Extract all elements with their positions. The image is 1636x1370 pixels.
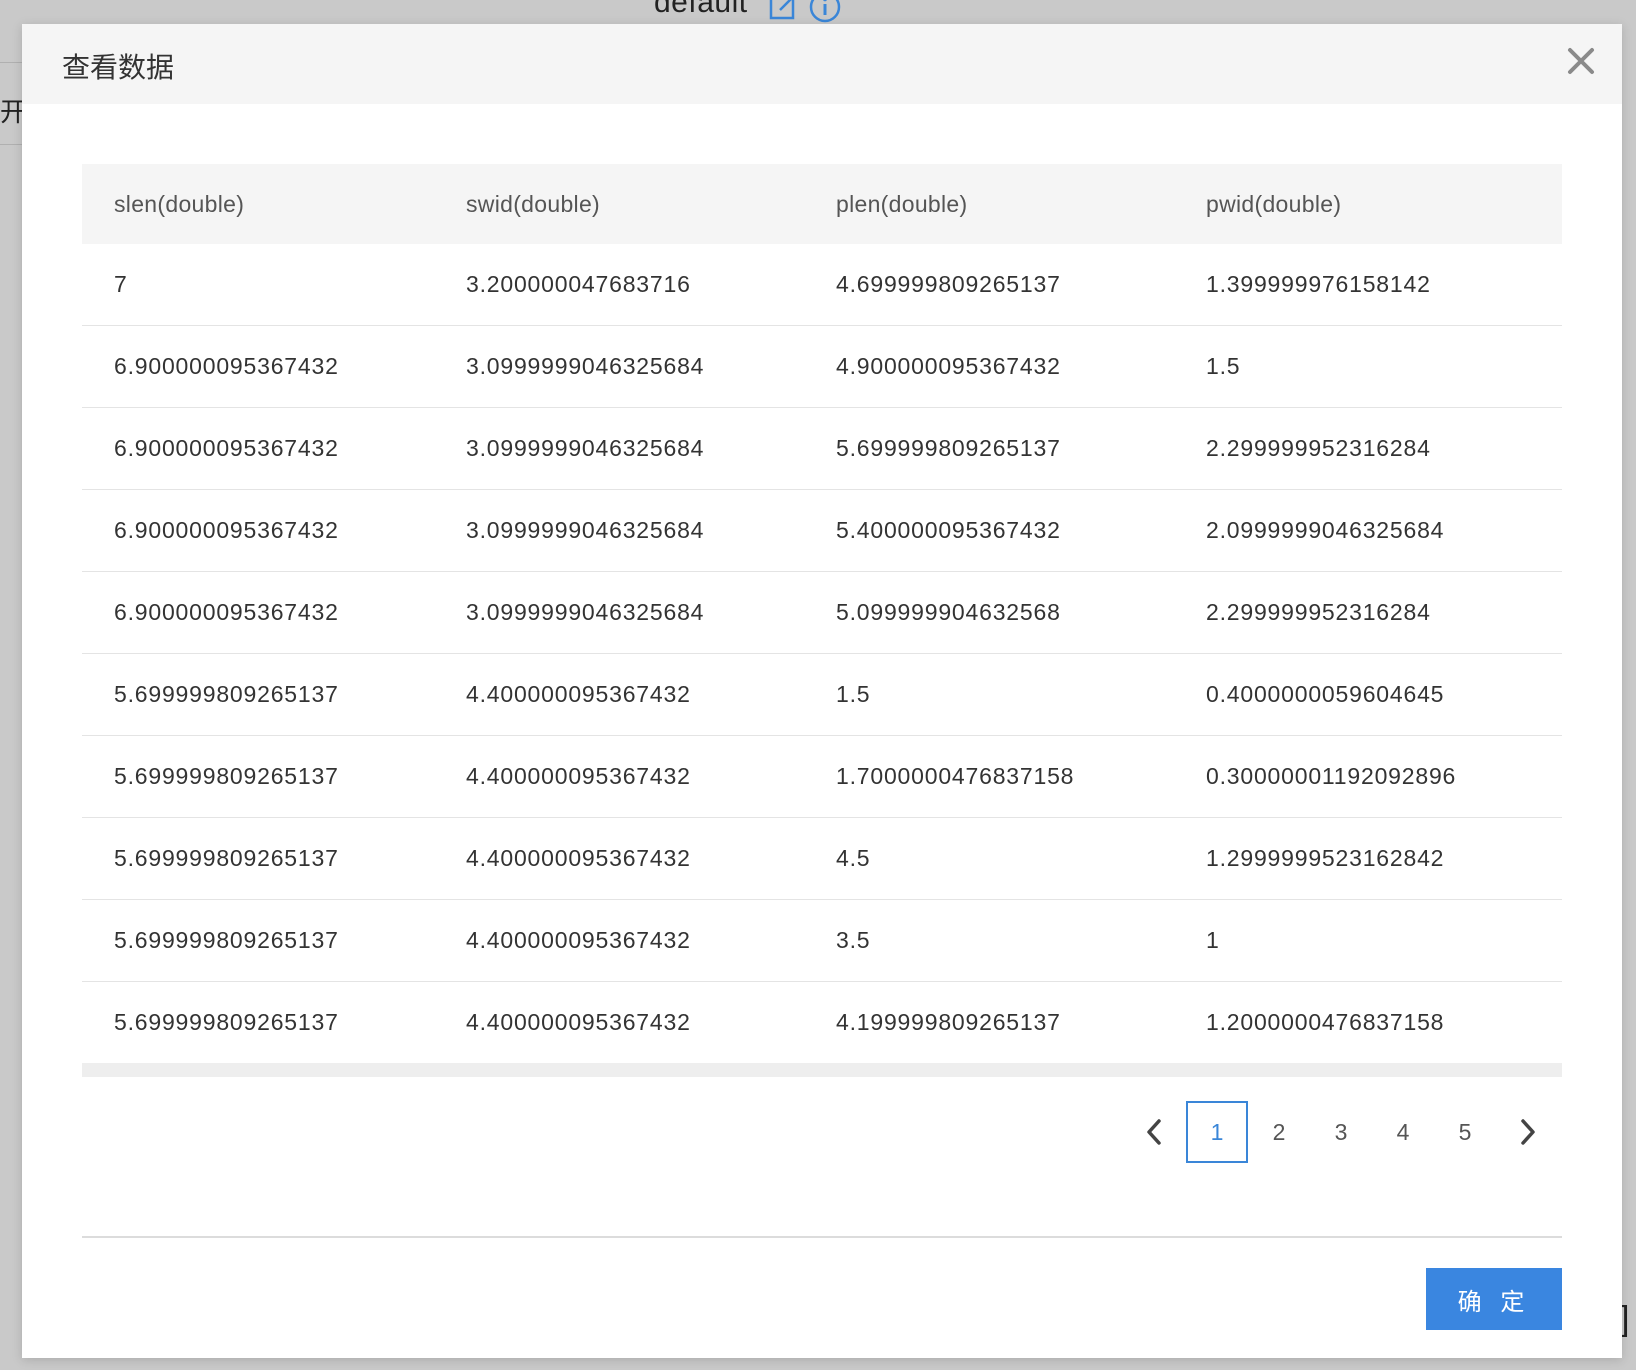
background-divider — [0, 62, 22, 63]
table-cell: 4.400000095367432 — [434, 735, 804, 818]
table-row: 6.900000095367432 3.0999999046325684 5.4… — [82, 489, 1562, 572]
table-cell: 4.5 — [804, 817, 1174, 900]
table-row: 6.900000095367432 3.0999999046325684 5.6… — [82, 407, 1562, 490]
table-cell: 5.099999904632568 — [804, 571, 1174, 654]
footer-divider — [82, 1236, 1562, 1238]
table-cell: 6.900000095367432 — [82, 489, 434, 572]
table-cell: 2.299999952316284 — [1174, 571, 1562, 654]
page-4-button[interactable]: 4 — [1372, 1101, 1434, 1163]
data-table: slen(double) swid(double) plen(double) p… — [82, 164, 1562, 1063]
column-header-plen: plen(double) — [804, 164, 1174, 244]
chevron-left-icon — [1147, 1119, 1161, 1145]
table-cell: 0.30000001192092896 — [1174, 735, 1562, 818]
table-row: 5.699999809265137 4.400000095367432 4.5 … — [82, 817, 1562, 900]
table-cell: 5.400000095367432 — [804, 489, 1174, 572]
table-cell: 3.0999999046325684 — [434, 489, 804, 572]
table-cell: 1.2000000476837158 — [1206, 1009, 1445, 1035]
confirm-button[interactable]: 确 定 — [1426, 1268, 1562, 1330]
page-3-button[interactable]: 3 — [1310, 1101, 1372, 1163]
table-cell: 3.0999999046325684 — [434, 407, 804, 490]
table-cell: 5.699999809265137 — [82, 899, 434, 982]
table-cell: 3.0999999046325684 — [434, 325, 804, 408]
prev-page-button[interactable] — [1122, 1100, 1186, 1164]
table-cell: 7 — [82, 244, 434, 326]
chevron-right-icon — [1521, 1119, 1535, 1145]
horizontal-scrollbar[interactable] — [82, 1063, 1562, 1077]
table-cell: 1.7000000476837158 — [804, 735, 1174, 818]
table-row: 5.699999809265137 4.400000095367432 3.5 … — [82, 899, 1562, 982]
next-page-button[interactable] — [1496, 1100, 1560, 1164]
close-icon[interactable] — [1564, 44, 1598, 78]
table-cell: 5.699999809265137 — [82, 735, 434, 818]
column-header-swid: swid(double) — [434, 164, 804, 244]
column-header-pwid: pwid(double) — [1174, 164, 1562, 244]
dialog-title: 查看数据 — [62, 52, 175, 83]
background-title: default — [654, 0, 748, 19]
table-cell: 2.0999999046325684 — [1174, 489, 1562, 572]
table-cell: 4.400000095367432 — [466, 1009, 691, 1035]
table-header-row: slen(double) swid(double) plen(double) p… — [82, 164, 1562, 244]
info-icon — [809, 0, 841, 23]
table-cell: 0.4000000059604645 — [1174, 653, 1562, 736]
table-cell: 5.699999809265137 — [114, 1009, 339, 1035]
table-cell: 4.199999809265137 — [836, 1009, 1061, 1035]
table-cell: 3.5 — [804, 899, 1174, 982]
table-cell: 3.200000047683716 — [434, 244, 804, 326]
pagination: 1 2 3 4 5 — [1122, 1100, 1560, 1164]
table-cell: 4.400000095367432 — [434, 899, 804, 982]
table-cell: 6.900000095367432 — [82, 325, 434, 408]
table-row: 6.900000095367432 3.0999999046325684 4.9… — [82, 325, 1562, 408]
view-data-dialog: 查看数据 slen(double) swid(double) plen(doub… — [22, 24, 1622, 1358]
table-row: 5.699999809265137 4.400000095367432 1.70… — [82, 735, 1562, 818]
table-cell: 5.699999809265137 — [804, 407, 1174, 490]
table-cell: 5.699999809265137 — [82, 817, 434, 900]
page-2-button[interactable]: 2 — [1248, 1101, 1310, 1163]
table-cell: 1.5 — [804, 653, 1174, 736]
background-left-label: 开发 — [0, 97, 22, 127]
table-cell: 1.399999976158142 — [1174, 244, 1562, 326]
table-cell: 1 — [1174, 899, 1562, 982]
table-cell: 4.699999809265137 — [804, 244, 1174, 326]
table-cell: 1.5 — [1174, 325, 1562, 408]
data-table-container: slen(double) swid(double) plen(double) p… — [82, 164, 1562, 1077]
table-cell: 3.0999999046325684 — [434, 571, 804, 654]
table-cell: 6.900000095367432 — [82, 407, 434, 490]
edit-icon — [769, 0, 795, 20]
table-cell: 6.900000095367432 — [82, 571, 434, 654]
table-cell: 1.2999999523162842 — [1174, 817, 1562, 900]
background-divider — [0, 144, 22, 145]
table-row: 7 3.200000047683716 4.699999809265137 1.… — [82, 244, 1562, 326]
table-row: 5.699999809265137 4.400000095367432 1.5 … — [82, 653, 1562, 736]
page-5-button[interactable]: 5 — [1434, 1101, 1496, 1163]
table-cell: 4.400000095367432 — [434, 817, 804, 900]
table-cell: 4.400000095367432 — [434, 653, 804, 736]
table-row: 6.900000095367432 3.0999999046325684 5.0… — [82, 571, 1562, 654]
table-cell: 2.299999952316284 — [1174, 407, 1562, 490]
dialog-header: 查看数据 — [22, 24, 1622, 104]
table-cell: 4.900000095367432 — [804, 325, 1174, 408]
page-1-button[interactable]: 1 — [1186, 1101, 1248, 1163]
table-cell: 5.699999809265137 — [82, 653, 434, 736]
column-header-slen: slen(double) — [82, 164, 434, 244]
table-row: 5.699999809265137 4.400000095367432 4.19… — [82, 982, 1562, 1064]
